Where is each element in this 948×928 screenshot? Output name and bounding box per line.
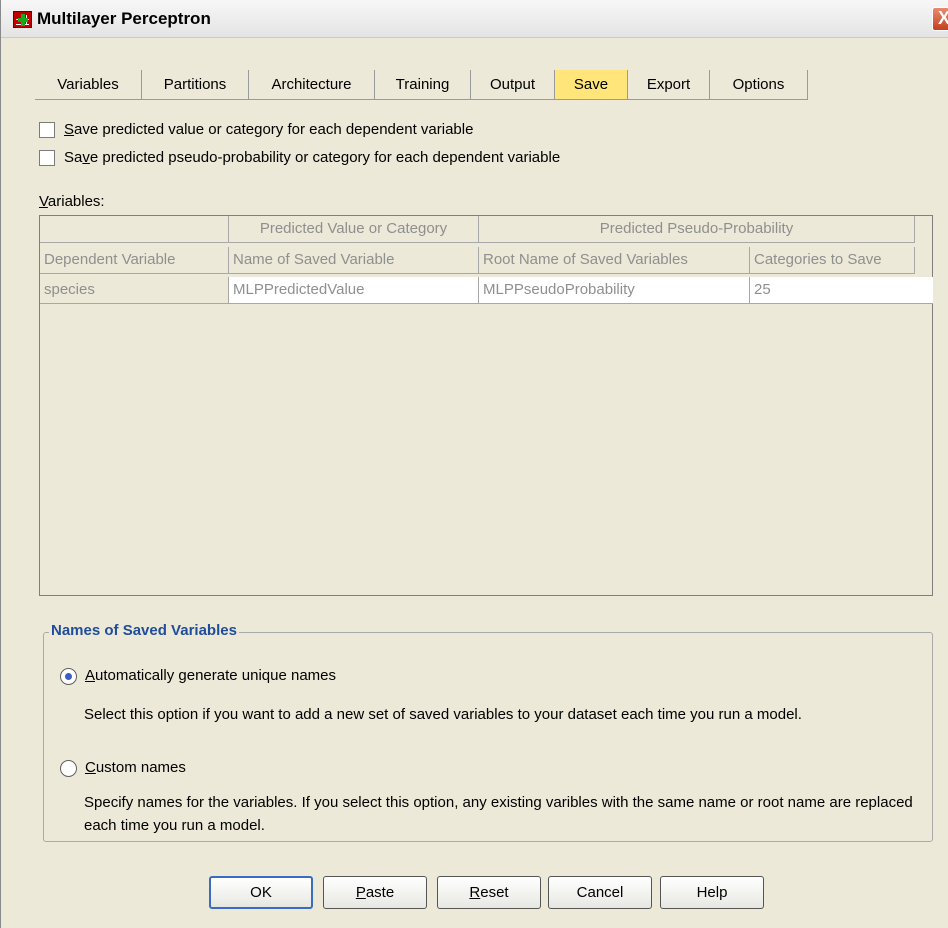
window-title: Multilayer Perceptron bbox=[37, 9, 211, 28]
custom-names-label: Custom names bbox=[85, 759, 186, 776]
tab-variables[interactable]: Variables bbox=[35, 70, 142, 100]
custom-names-radio[interactable] bbox=[60, 760, 77, 777]
auto-names-label: Automatically generate unique names bbox=[85, 667, 336, 684]
help-button[interactable]: Help bbox=[660, 876, 764, 909]
save-predicted-value-label: Save predicted value or category for eac… bbox=[64, 121, 474, 138]
custom-names-description: Specify names for the variables. If you … bbox=[84, 794, 913, 834]
column-header-categories-to-save: Categories to Save bbox=[750, 247, 915, 274]
spss-dialog-icon bbox=[13, 11, 32, 28]
column-header-saved-variable-name: Name of Saved Variable bbox=[229, 247, 479, 274]
table-row-dependent-variable: species bbox=[40, 277, 229, 304]
tab-save[interactable]: Save bbox=[555, 70, 628, 100]
predicted-value-group-header: Predicted Value or Category bbox=[229, 216, 479, 243]
column-header-dependent-variable: Dependent Variable bbox=[40, 247, 229, 274]
variables-label: Variables: bbox=[39, 193, 105, 210]
auto-names-radio[interactable] bbox=[60, 668, 77, 685]
auto-names-description: Select this option if you want to add a … bbox=[84, 706, 802, 723]
multilayer-perceptron-dialog: Multilayer Perceptron X Variables Partit… bbox=[0, 0, 948, 928]
ok-button[interactable]: OK bbox=[209, 876, 313, 909]
table-row-categories-to-save[interactable]: 25 bbox=[750, 277, 933, 304]
tab-partitions[interactable]: Partitions bbox=[142, 70, 249, 100]
tab-export[interactable]: Export bbox=[628, 70, 710, 100]
tab-training[interactable]: Training bbox=[375, 70, 471, 100]
title-bar: Multilayer Perceptron X bbox=[1, 0, 948, 38]
column-header-root-name: Root Name of Saved Variables bbox=[479, 247, 750, 274]
tab-underline bbox=[35, 99, 808, 100]
paste-button[interactable]: Paste bbox=[323, 876, 427, 909]
radio-selected-dot bbox=[65, 673, 72, 680]
tab-options[interactable]: Options bbox=[710, 70, 808, 100]
close-button[interactable]: X bbox=[932, 7, 948, 31]
save-pseudo-probability-checkbox[interactable] bbox=[39, 150, 55, 166]
variables-grid[interactable]: Predicted Value or Category Predicted Ps… bbox=[39, 215, 933, 596]
pseudo-probability-group-header: Predicted Pseudo-Probability bbox=[479, 216, 915, 243]
tab-output[interactable]: Output bbox=[471, 70, 555, 100]
save-pseudo-probability-label: Save predicted pseudo-probability or cat… bbox=[64, 149, 561, 166]
cancel-button[interactable]: Cancel bbox=[548, 876, 652, 909]
table-row-saved-variable-name[interactable]: MLPPredictedValue bbox=[229, 277, 479, 304]
table-row-root-name[interactable]: MLPPseudoProbability bbox=[479, 277, 750, 304]
save-predicted-value-checkbox[interactable] bbox=[39, 122, 55, 138]
reset-button[interactable]: Reset bbox=[437, 876, 541, 909]
tab-architecture[interactable]: Architecture bbox=[249, 70, 375, 100]
grid-corner-cell bbox=[40, 216, 229, 243]
names-group-title: Names of Saved Variables bbox=[49, 622, 239, 639]
